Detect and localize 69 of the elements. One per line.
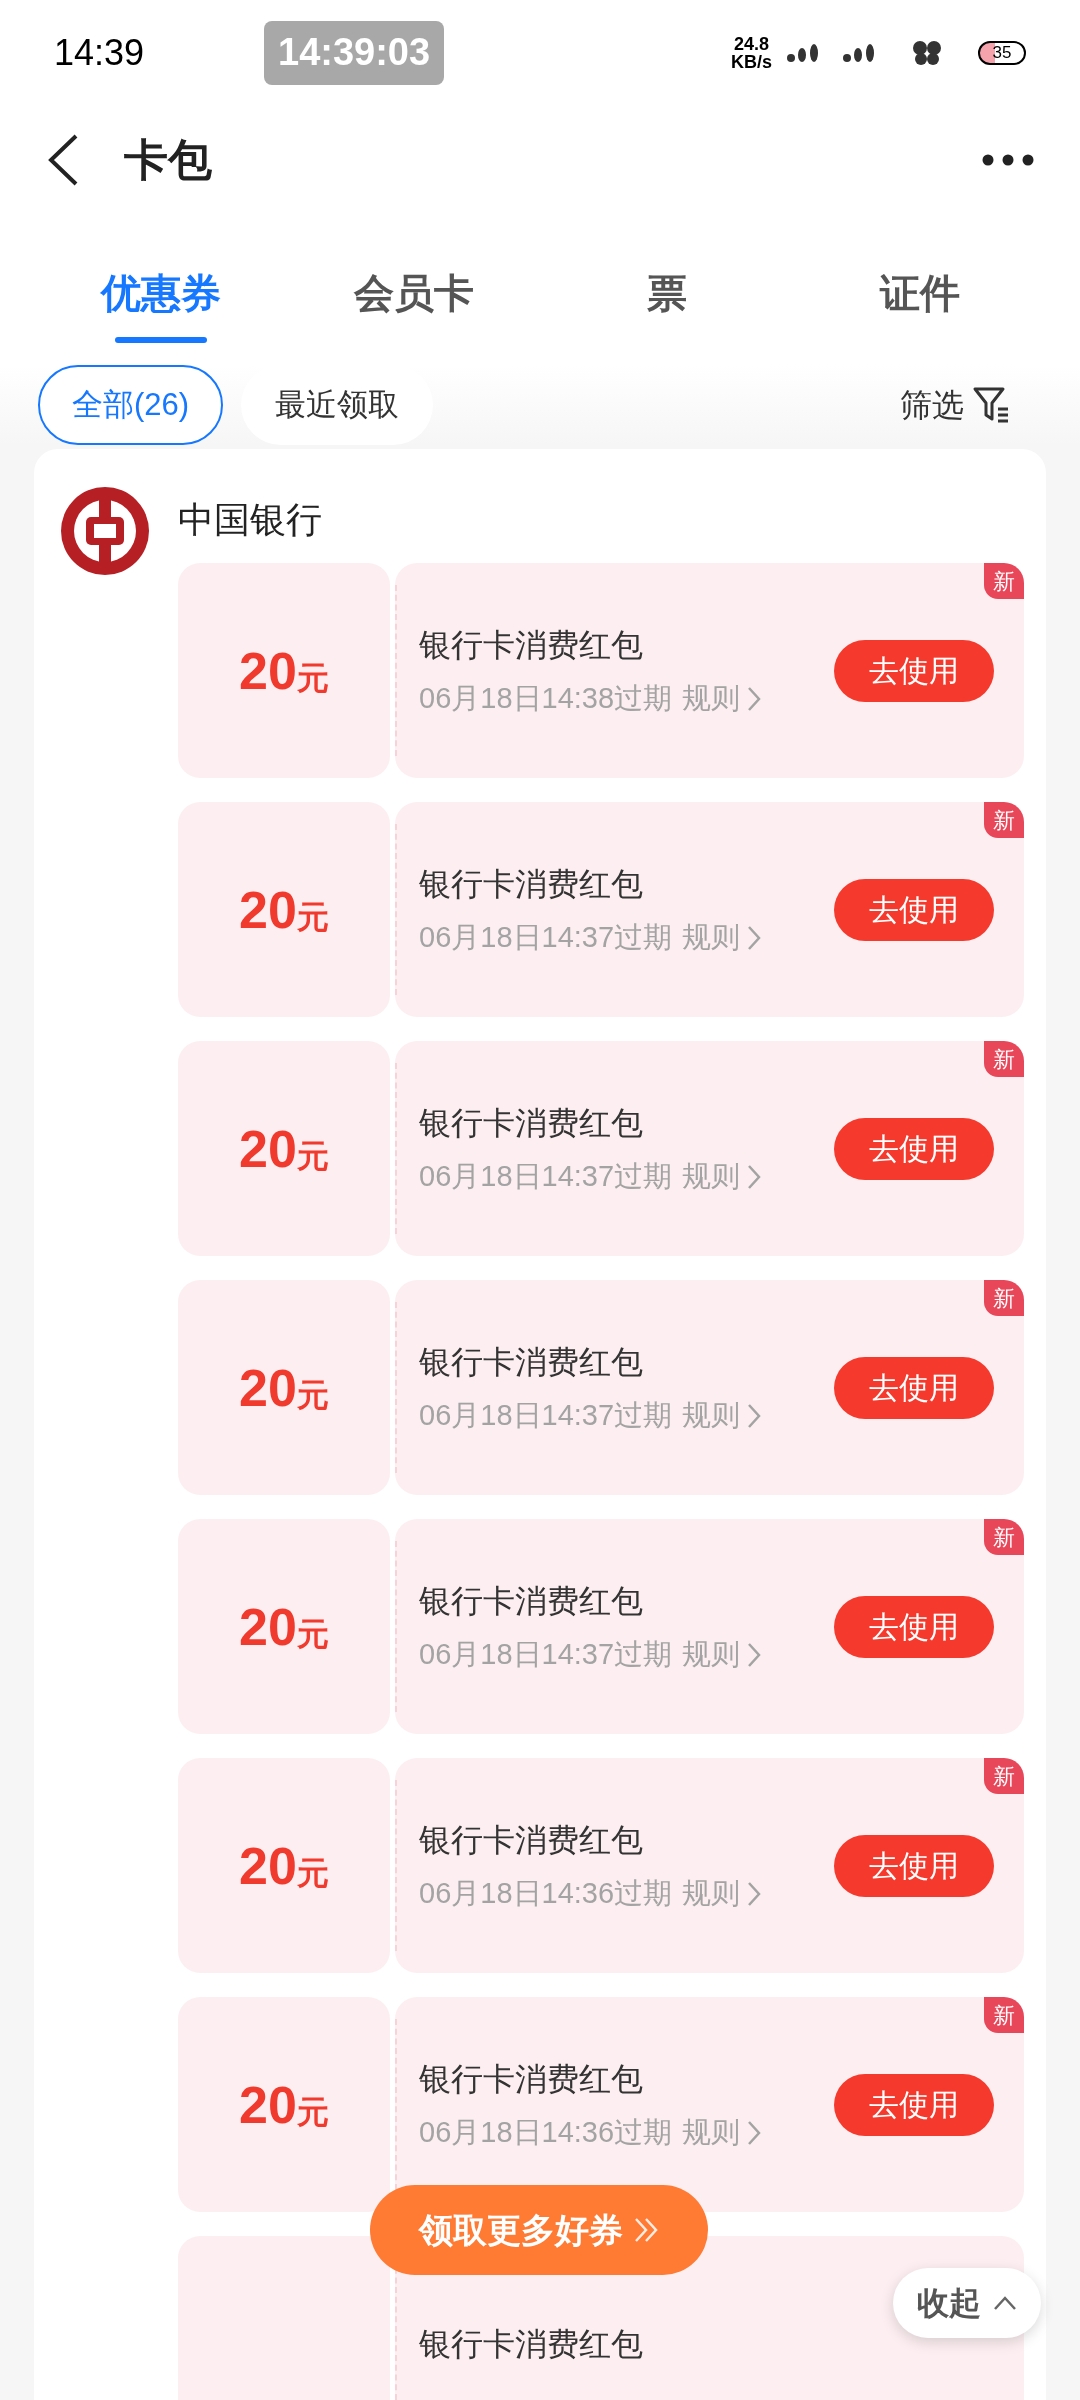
battery-indicator: 35: [978, 40, 1026, 65]
coupon-card[interactable]: 银行卡消费红包 06月18日14:36过期 规则 去使用 新: [395, 1758, 1024, 1973]
expiry-date: 06月18日14:37过期: [419, 1636, 673, 1672]
coupon-amount: 20元: [239, 1835, 329, 1897]
double-chevron-icon: [633, 2216, 659, 2244]
coupon-title: 银行卡消费红包: [419, 2324, 644, 2364]
filter-button[interactable]: 筛选: [900, 381, 1012, 429]
expiry-date: 06月18日14:38过期: [419, 680, 673, 716]
coupon-title: 银行卡消费红包: [419, 1342, 644, 1382]
rules-link[interactable]: 规则: [682, 1393, 763, 1438]
new-badge: 新: [984, 1758, 1024, 1794]
coupon-title: 银行卡消费红包: [419, 1820, 644, 1860]
use-button[interactable]: 去使用: [834, 2073, 994, 2136]
coupon-title: 银行卡消费红包: [419, 1103, 644, 1143]
new-badge: 新: [984, 1280, 1024, 1316]
more-coupons-button[interactable]: 领取更多好券: [370, 2185, 708, 2275]
coupon-amount: 20元: [239, 640, 329, 702]
use-button[interactable]: 去使用: [834, 1117, 994, 1180]
more-icon[interactable]: [982, 154, 1034, 166]
new-badge: 新: [984, 1997, 1024, 2033]
expiry-date: 06月18日14:36过期: [419, 1875, 673, 1911]
butterfly-icon: [912, 39, 942, 66]
rules-link[interactable]: 规则: [682, 1871, 763, 1916]
coupon-card[interactable]: 银行卡消费红包 06月18日14:38过期 规则 去使用 新: [395, 563, 1024, 778]
coupon-card[interactable]: 银行卡消费红包 06月18日14:37过期 规则 去使用 新: [395, 802, 1024, 1017]
rules-link[interactable]: 规则: [682, 2110, 763, 2155]
new-badge: 新: [984, 802, 1024, 838]
coupon-title: 银行卡消费红包: [419, 1581, 644, 1621]
filter-chip[interactable]: 全部(26): [38, 365, 224, 445]
rules-link[interactable]: 规则: [682, 1154, 763, 1199]
coupon-card[interactable]: 银行卡消费红包 06月18日14:37过期 规则 去使用 新: [395, 1280, 1024, 1495]
coupon-title: 银行卡消费红包: [419, 2059, 644, 2099]
coupon-title: 银行卡消费红包: [419, 625, 644, 665]
rules-link[interactable]: 规则: [682, 676, 763, 721]
coupon-card[interactable]: 银行卡消费红包 06月18日14:36过期 规则 去使用 新: [395, 1997, 1024, 2212]
use-button[interactable]: 去使用: [834, 878, 994, 941]
use-button[interactable]: 去使用: [834, 1595, 994, 1658]
coupon-card[interactable]: 银行卡消费红包 06月18日14:37过期 规则 去使用 新: [395, 1041, 1024, 1256]
network-speed: 24.8 KB/s: [731, 34, 772, 71]
use-button[interactable]: 去使用: [834, 639, 994, 702]
tab[interactable]: 票: [540, 215, 793, 365]
chevron-up-icon: [993, 2295, 1017, 2311]
expiry-date: 06月18日14:36过期: [419, 2114, 673, 2150]
coupon-amount: 20元: [239, 1357, 329, 1419]
rules-link[interactable]: 规则: [682, 1632, 763, 1677]
coupon-card[interactable]: 银行卡消费红包 06月18日14:37过期 规则 去使用 新: [395, 1519, 1024, 1734]
use-button[interactable]: 去使用: [834, 1356, 994, 1419]
use-button[interactable]: 去使用: [834, 1834, 994, 1897]
recorder-clock: 14:39:03: [264, 20, 445, 85]
bank-name: 中国银行: [178, 498, 322, 542]
tab[interactable]: 会员卡: [287, 215, 540, 365]
new-badge: 新: [984, 1519, 1024, 1555]
expiry-date: 06月18日14:37过期: [419, 1158, 673, 1194]
collapse-button[interactable]: 收起: [893, 2268, 1041, 2338]
status-time: 14:39: [54, 30, 146, 75]
rules-link[interactable]: 规则: [682, 915, 763, 960]
back-icon[interactable]: [46, 133, 80, 187]
tab[interactable]: 证件: [793, 215, 1046, 365]
tab[interactable]: 优惠券: [34, 215, 287, 365]
page-title: 卡包: [124, 134, 212, 186]
new-badge: 新: [984, 1041, 1024, 1077]
coupon-amount: 20元: [239, 2074, 329, 2136]
expiry-date: 06月18日14:37过期: [419, 919, 673, 955]
coupon-title: 银行卡消费红包: [419, 864, 644, 904]
coupon-amount: 20元: [239, 1118, 329, 1180]
coupon-amount: 20元: [239, 879, 329, 941]
coupon-amount: 20元: [239, 1596, 329, 1658]
expiry-date: 06月18日14:37过期: [419, 1397, 673, 1433]
new-badge: 新: [984, 563, 1024, 599]
